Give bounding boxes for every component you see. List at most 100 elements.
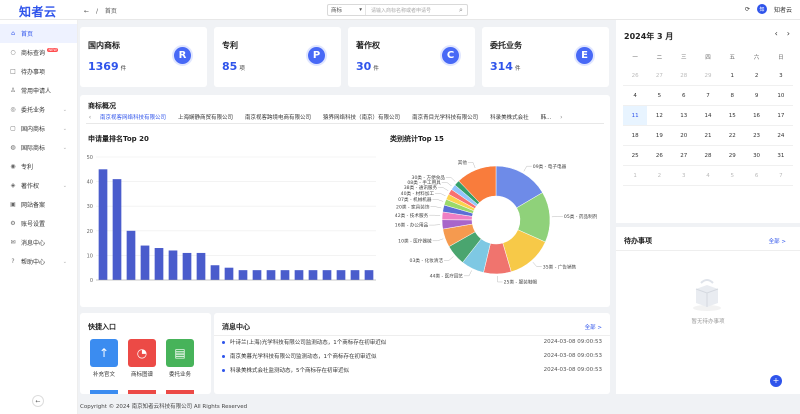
tab-company[interactable]: 南京视客网络科技有限公司 bbox=[94, 112, 173, 123]
calendar-day[interactable]: 23 bbox=[744, 126, 769, 146]
message-item[interactable]: 南京美暮光学科技有限公司监测动态，1个商标存在初审近似 2024-03-08 09… bbox=[222, 350, 602, 362]
sidebar-item-website[interactable]: ▣ 网站备案 bbox=[0, 195, 77, 214]
calendar-day[interactable]: 5 bbox=[720, 166, 745, 186]
calendar-day[interactable]: 20 bbox=[671, 126, 696, 146]
search-type-select[interactable]: 商标 ▾ bbox=[328, 5, 366, 15]
calendar-day[interactable]: 15 bbox=[720, 106, 745, 126]
avatar[interactable]: 知 bbox=[756, 4, 767, 14]
sidebar-item-search[interactable]: ○ 商标查询 NEW bbox=[0, 43, 77, 62]
calendar-day[interactable]: 2 bbox=[744, 66, 769, 86]
collapse-sidebar-button[interactable]: ← bbox=[32, 395, 44, 407]
search-icon[interactable]: ⌕ bbox=[455, 6, 467, 15]
calendar-day[interactable]: 30 bbox=[744, 146, 769, 166]
bar[interactable] bbox=[210, 265, 220, 280]
stat-card-patent[interactable]: 专利 85 项 P bbox=[214, 27, 341, 87]
message-item[interactable]: 科录美株式会社监测动态，5个商标存在初审近似 2024-03-08 09:00:5… bbox=[222, 364, 602, 376]
stat-card-copyright[interactable]: 著作权 30 件 C bbox=[348, 27, 475, 87]
calendar-day[interactable]: 1 bbox=[623, 166, 648, 186]
bar[interactable] bbox=[182, 252, 192, 280]
bar[interactable] bbox=[98, 169, 108, 280]
calendar-day[interactable]: 22 bbox=[720, 126, 745, 146]
quick-entry-partial[interactable] bbox=[166, 390, 194, 394]
bar[interactable] bbox=[280, 270, 290, 280]
calendar-day[interactable]: 6 bbox=[744, 166, 769, 186]
calendar-day[interactable]: 18 bbox=[623, 126, 648, 146]
calendar-day[interactable]: 7 bbox=[695, 86, 721, 106]
quick-entry-partial[interactable] bbox=[128, 390, 156, 394]
calendar-day[interactable]: 4 bbox=[623, 86, 648, 106]
user-name[interactable]: 知者云 bbox=[774, 5, 792, 14]
calendar-day[interactable]: 19 bbox=[647, 126, 672, 146]
back-arrow-icon[interactable]: ← bbox=[84, 8, 89, 15]
tab-company[interactable]: 南京青目光学科技有限公司 bbox=[406, 112, 484, 123]
calendar-day[interactable]: 17 bbox=[768, 106, 793, 126]
sidebar-item-commission[interactable]: ◎ 委托业务 ⌄ bbox=[0, 100, 77, 119]
calendar-day[interactable]: 12 bbox=[647, 106, 672, 126]
sidebar-item-home[interactable]: ⌂ 首页 bbox=[0, 24, 77, 43]
bar[interactable] bbox=[238, 270, 248, 280]
calendar-day[interactable]: 16 bbox=[744, 106, 769, 126]
calendar-day[interactable]: 21 bbox=[695, 126, 721, 146]
tab-company[interactable]: 科录美株式会社 bbox=[484, 112, 535, 123]
calendar-day[interactable]: 14 bbox=[695, 106, 721, 126]
tab-company[interactable]: 南京视客跨境电商有限公司 bbox=[239, 112, 317, 123]
add-todo-button[interactable]: + bbox=[770, 375, 782, 387]
bar[interactable] bbox=[350, 270, 360, 280]
calendar-day[interactable]: 26 bbox=[623, 66, 648, 86]
calendar-day[interactable]: 28 bbox=[695, 146, 721, 166]
bar[interactable] bbox=[224, 267, 234, 280]
stat-card-commission[interactable]: 委托业务 314 件 E bbox=[482, 27, 609, 87]
bar[interactable] bbox=[168, 250, 178, 280]
bar[interactable] bbox=[126, 230, 136, 280]
calendar-day-today[interactable]: 11 bbox=[623, 106, 648, 126]
calendar-day[interactable]: 27 bbox=[647, 66, 672, 86]
calendar-day[interactable]: 13 bbox=[671, 106, 696, 126]
calendar-day[interactable]: 2 bbox=[647, 166, 672, 186]
sidebar-item-domestic[interactable]: ▢ 国内商标 ⌄ bbox=[0, 119, 77, 138]
calendar-day[interactable]: 6 bbox=[671, 86, 696, 106]
breadcrumb-home[interactable]: 首页 bbox=[105, 8, 117, 15]
view-all-todo-link[interactable]: 全部 > bbox=[769, 237, 786, 245]
sidebar-item-globe[interactable]: ◍ 国际商标 ⌄ bbox=[0, 138, 77, 157]
calendar-day[interactable]: 8 bbox=[720, 86, 745, 106]
sidebar-item-copyright[interactable]: ◈ 著作权 ⌄ bbox=[0, 176, 77, 195]
calendar-day[interactable]: 31 bbox=[768, 146, 793, 166]
quick-entry-partial[interactable] bbox=[90, 390, 118, 394]
bar[interactable] bbox=[140, 245, 150, 280]
bar[interactable] bbox=[336, 270, 346, 280]
calendar-day[interactable]: 25 bbox=[623, 146, 648, 166]
quick-entry-upload[interactable]: ↑ 补充官文 bbox=[90, 339, 118, 378]
tabs-next-icon[interactable]: › bbox=[557, 114, 565, 121]
tab-company[interactable]: 猿界网络科技（南京）有限公司 bbox=[317, 112, 406, 123]
view-all-messages-link[interactable]: 全部 > bbox=[585, 323, 602, 331]
calendar-day[interactable]: 1 bbox=[720, 66, 745, 86]
stat-card-trademark[interactable]: 国内商标 1369 件 R bbox=[80, 27, 207, 87]
calendar-day[interactable]: 4 bbox=[695, 166, 721, 186]
tab-company[interactable]: 韩... bbox=[535, 112, 558, 123]
bar[interactable] bbox=[154, 248, 164, 280]
calendar-day[interactable]: 24 bbox=[768, 126, 793, 146]
bar[interactable] bbox=[252, 270, 262, 280]
bar[interactable] bbox=[196, 252, 206, 280]
sidebar-item-help[interactable]: ? 帮助中心 ⌄ bbox=[0, 252, 77, 271]
calendar-day[interactable]: 5 bbox=[647, 86, 672, 106]
bar[interactable] bbox=[308, 270, 318, 280]
calendar-day[interactable]: 7 bbox=[768, 166, 793, 186]
calendar-day[interactable]: 29 bbox=[720, 146, 745, 166]
calendar-day[interactable]: 28 bbox=[671, 66, 696, 86]
search-input[interactable]: 请输入商标名称或者申请号 bbox=[366, 7, 455, 14]
calendar-day[interactable]: 3 bbox=[768, 66, 793, 86]
calendar-day[interactable]: 26 bbox=[647, 146, 672, 166]
calendar-day[interactable]: 9 bbox=[744, 86, 769, 106]
bar[interactable] bbox=[266, 270, 276, 280]
calendar-day[interactable]: 3 bbox=[671, 166, 696, 186]
tabs-prev-icon[interactable]: ‹ bbox=[86, 114, 94, 121]
calendar-day[interactable]: 29 bbox=[695, 66, 721, 86]
sidebar-item-message[interactable]: ✉ 消息中心 bbox=[0, 233, 77, 252]
calendar-day[interactable]: 10 bbox=[768, 86, 793, 106]
message-item[interactable]: 叶诗兰(上海)光学科技有限公司监测动态，1个商标存在初审近似 2024-03-08… bbox=[222, 336, 602, 348]
refresh-icon[interactable]: ⟳ bbox=[745, 6, 750, 13]
sidebar-item-patent[interactable]: ◉ 专利 bbox=[0, 157, 77, 176]
quick-entry-clipboard[interactable]: ▤ 委托业务 bbox=[166, 339, 194, 378]
sidebar-item-user[interactable]: ♙ 常用申请人 bbox=[0, 81, 77, 100]
